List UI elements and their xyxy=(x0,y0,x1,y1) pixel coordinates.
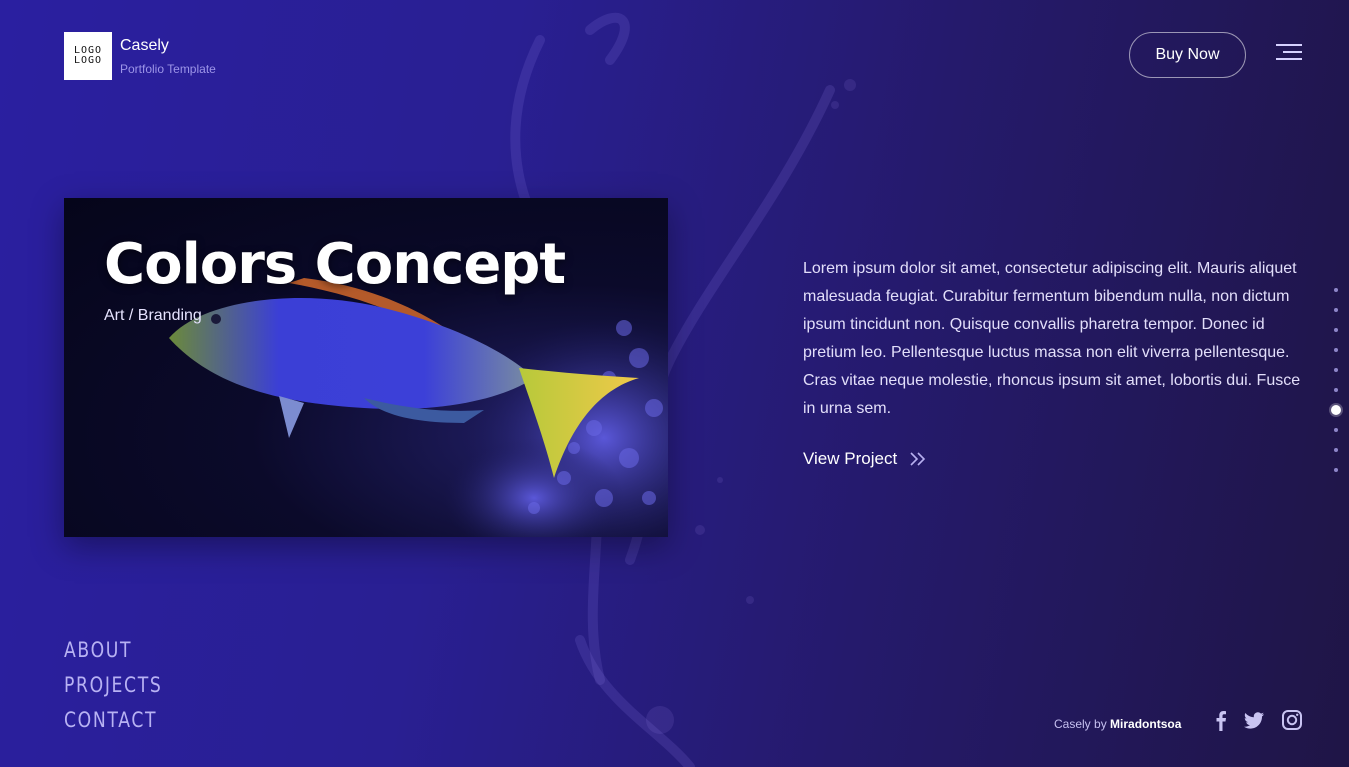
twitter-icon[interactable] xyxy=(1243,709,1265,731)
pagination-dot[interactable] xyxy=(1334,328,1338,332)
logo[interactable]: LOGO LOGO xyxy=(64,32,112,80)
credit-author[interactable]: Miradontsoa xyxy=(1110,717,1181,731)
footer-credit: Casely by Miradontsoa xyxy=(1054,717,1181,731)
project-title: Colors Concept xyxy=(104,232,566,297)
nav-contact[interactable]: CONTACT xyxy=(64,708,162,732)
pagination-dot[interactable] xyxy=(1334,468,1338,472)
bottom-navigation: ABOUT PROJECTS CONTACT xyxy=(64,638,184,743)
nav-about[interactable]: ABOUT xyxy=(64,638,162,662)
buy-now-button[interactable]: Buy Now xyxy=(1129,32,1246,78)
brand-name[interactable]: Casely xyxy=(120,37,169,55)
view-project-label: View Project xyxy=(803,449,898,468)
pagination-dot[interactable] xyxy=(1334,428,1338,432)
pagination-dot[interactable] xyxy=(1334,448,1338,452)
credit-prefix: Casely by xyxy=(1054,717,1107,731)
pagination-dot[interactable] xyxy=(1334,288,1338,292)
nav-projects[interactable]: PROJECTS xyxy=(64,673,162,697)
pagination-dot[interactable] xyxy=(1331,405,1341,415)
double-chevron-right-icon xyxy=(910,452,926,466)
pagination-dot[interactable] xyxy=(1334,348,1338,352)
brand-subtitle: Portfolio Template xyxy=(120,62,216,76)
project-category: Art / Branding xyxy=(104,307,202,324)
pagination-dot[interactable] xyxy=(1334,368,1338,372)
project-description: Lorem ipsum dolor sit amet, consectetur … xyxy=(803,260,1301,417)
instagram-icon[interactable] xyxy=(1281,709,1303,731)
hamburger-menu-icon[interactable] xyxy=(1276,43,1302,61)
pagination-dot[interactable] xyxy=(1334,388,1338,392)
facebook-icon[interactable] xyxy=(1210,709,1232,731)
view-project-link[interactable]: View Project xyxy=(803,449,927,469)
logo-text-bottom: LOGO xyxy=(73,55,103,66)
pagination-dot[interactable] xyxy=(1334,308,1338,312)
